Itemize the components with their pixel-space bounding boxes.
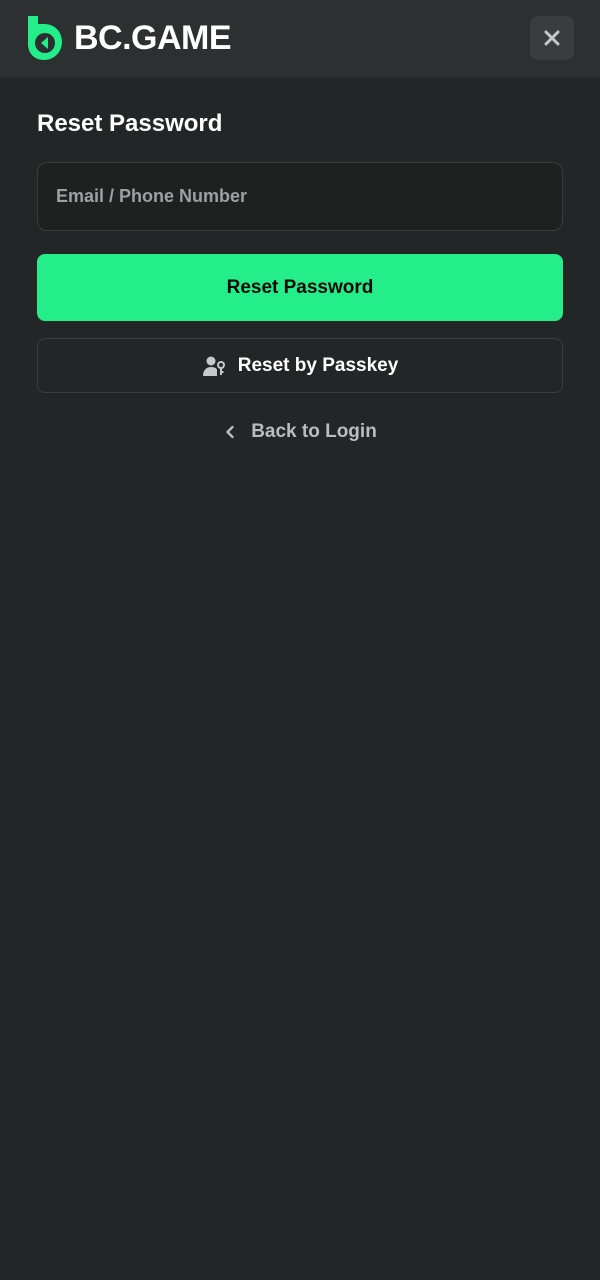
chevron-left-icon [226,425,234,439]
back-to-login-label: Back to Login [251,421,377,442]
email-phone-input[interactable] [37,162,563,231]
page-title: Reset Password [37,110,223,137]
brand-logo[interactable]: BC.GAME [24,14,232,62]
reset-by-passkey-button[interactable]: Reset by Passkey [37,338,563,393]
brand-name: BC.GAME [74,18,232,57]
back-to-login-link[interactable]: Back to Login [0,418,600,446]
close-icon [544,30,560,46]
close-button[interactable] [530,16,574,60]
user-key-icon [202,356,225,376]
reset-password-button[interactable]: Reset Password [37,254,563,321]
reset-by-passkey-label: Reset by Passkey [237,354,399,376]
reset-password-button-label: Reset Password [226,276,374,298]
bc-game-logo-icon [28,16,62,60]
top-bar: BC.GAME [0,0,600,78]
